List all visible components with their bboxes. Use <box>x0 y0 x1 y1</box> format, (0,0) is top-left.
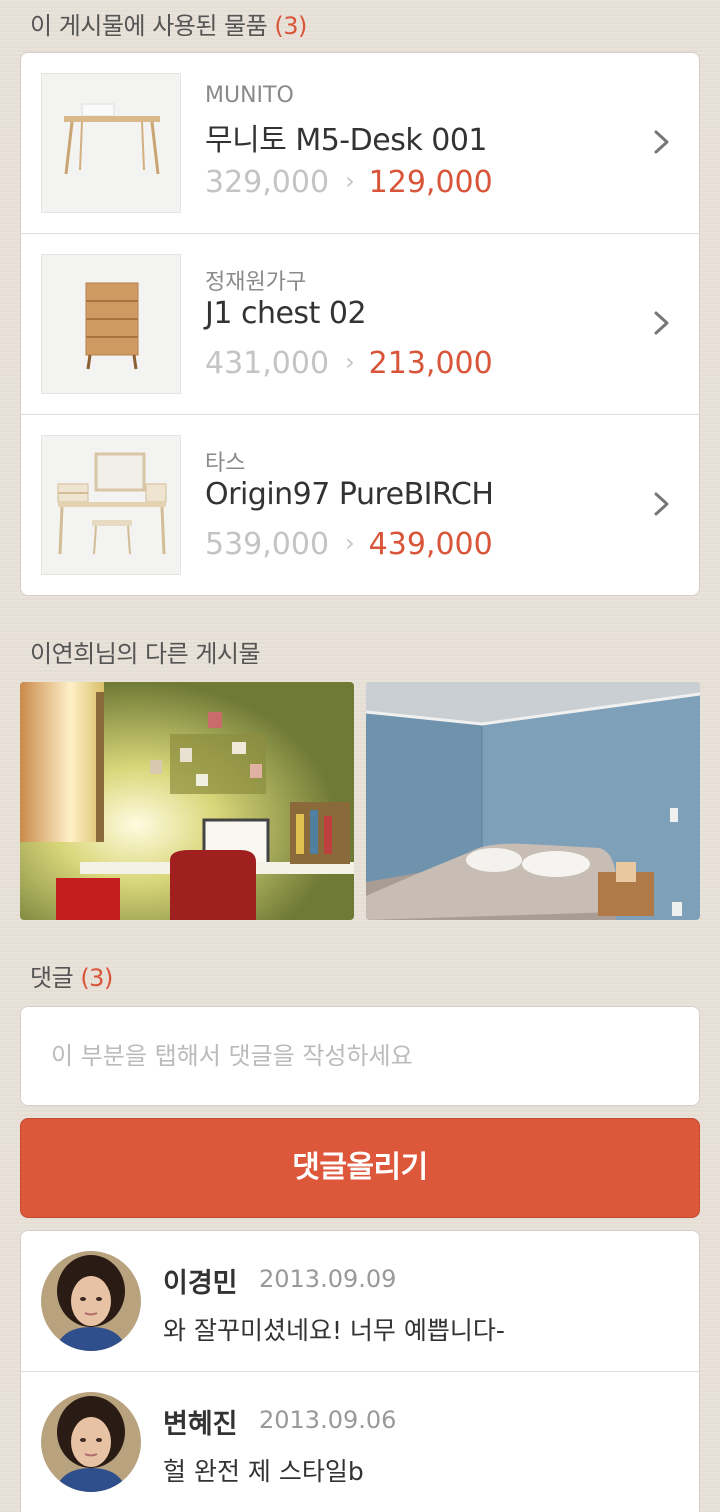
used-items-title: 이 게시물에 사용된 물품 (3) <box>30 6 307 41</box>
page: 이 게시물에 사용된 물품 (3) MUNITO 무니토 M5-Desk 001… <box>0 0 720 1512</box>
product-prices: 329,000 › 129,000 <box>205 165 493 200</box>
product-row[interactable]: 타스 Origin97 PureBIRCH 539,000 › 439,000 <box>21 415 699 595</box>
product-thumbnail <box>41 435 181 575</box>
product-prices: 539,000 › 439,000 <box>205 527 493 562</box>
chevron-right-icon <box>654 130 669 154</box>
product-thumbnail <box>41 73 181 213</box>
comments-title-text: 댓글 <box>30 964 74 992</box>
sale-price: 129,000 <box>368 165 493 200</box>
product-brand: 정재원가구 <box>205 270 307 295</box>
original-price: 329,000 <box>205 165 330 200</box>
chevron-right-icon <box>654 311 669 335</box>
product-name: Origin97 PureBIRCH <box>205 477 494 512</box>
comment-text: 헐 완전 제 스타일b <box>163 1457 364 1486</box>
other-posts-title: 이연희님의 다른 게시물 <box>30 640 261 668</box>
product-name: J1 chest 02 <box>205 296 367 331</box>
product-brand: 타스 <box>205 451 246 476</box>
comments-count: (3) <box>80 964 113 992</box>
original-price: 431,000 <box>205 346 330 381</box>
price-arrow-icon: › <box>345 348 355 376</box>
product-prices: 431,000 › 213,000 <box>205 346 493 381</box>
comment-text: 와 잘꾸미셨네요! 너무 예쁩니다- <box>163 1316 505 1345</box>
sale-price: 213,000 <box>368 346 493 381</box>
product-thumbnail <box>41 254 181 394</box>
product-brand: MUNITO <box>205 83 294 108</box>
comment-item: 이경민 2013.09.09 와 잘꾸미셨네요! 너무 예쁩니다- <box>21 1231 699 1372</box>
avatar[interactable] <box>41 1392 141 1492</box>
post-photo-room[interactable] <box>20 682 354 920</box>
product-row[interactable]: MUNITO 무니토 M5-Desk 001 329,000 › 129,000 <box>21 53 699 234</box>
comment-list: 이경민 2013.09.09 와 잘꾸미셨네요! 너무 예쁩니다- 변혜진 20… <box>20 1230 700 1512</box>
price-arrow-icon: › <box>345 167 355 195</box>
product-row[interactable]: 정재원가구 J1 chest 02 431,000 › 213,000 <box>21 234 699 415</box>
comment-date: 2013.09.06 <box>259 1406 397 1434</box>
original-price: 539,000 <box>205 527 330 562</box>
avatar[interactable] <box>41 1251 141 1351</box>
product-name: 무니토 M5-Desk 001 <box>205 123 488 158</box>
used-items-count: (3) <box>274 12 307 40</box>
submit-comment-button[interactable]: 댓글올리기 <box>20 1118 700 1218</box>
comments-title: 댓글 (3) <box>30 958 113 993</box>
commenter-name[interactable]: 이경민 <box>163 1261 238 1300</box>
comment-input[interactable]: 이 부분을 탭해서 댓글을 작성하세요 <box>20 1006 700 1106</box>
commenter-name[interactable]: 변혜진 <box>163 1402 238 1441</box>
post-photo-bedroom[interactable] <box>366 682 700 920</box>
sale-price: 439,000 <box>368 527 493 562</box>
chevron-right-icon <box>654 492 669 516</box>
used-items-title-text: 이 게시물에 사용된 물품 <box>30 12 268 40</box>
price-arrow-icon: › <box>345 529 355 557</box>
comment-item: 변혜진 2013.09.06 헐 완전 제 스타일b <box>21 1372 699 1512</box>
comment-date: 2013.09.09 <box>259 1265 397 1293</box>
product-list: MUNITO 무니토 M5-Desk 001 329,000 › 129,000 <box>20 52 700 596</box>
